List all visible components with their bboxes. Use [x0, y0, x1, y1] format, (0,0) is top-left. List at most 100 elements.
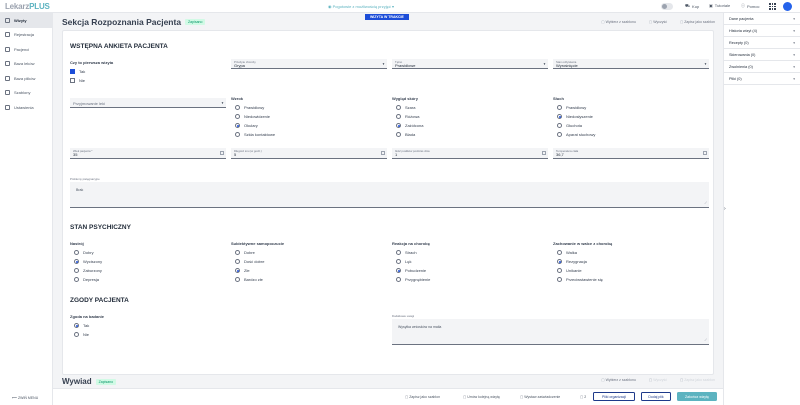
sidebar-item-visits[interactable]: Wizyty	[0, 13, 52, 28]
save-template-button[interactable]: Zapisz jako szablon	[680, 20, 715, 24]
skin-option[interactable]: Zażółcona	[396, 123, 423, 128]
org-files-button[interactable]: Pliki organizacji	[593, 392, 635, 401]
certificate-button[interactable]: Wystaw zaświadczenie	[520, 395, 560, 399]
radio-button[interactable]	[396, 105, 401, 110]
sleep-input[interactable]: Długość snu (w godz.) 5	[231, 148, 387, 159]
wellbeing-option[interactable]: Dobre	[235, 250, 255, 255]
radio-button[interactable]	[557, 268, 562, 273]
checkbox[interactable]	[70, 69, 75, 74]
radio-button[interactable]	[235, 259, 240, 264]
care-problems-textarea[interactable]: Problemy pielęgnacyjne Brak ⟋	[70, 177, 709, 208]
finish-visit-button[interactable]: Zakończ wizytę	[677, 392, 717, 401]
chevron-right-icon[interactable]: ›	[724, 206, 726, 212]
radio-button[interactable]	[557, 105, 562, 110]
behavior-option[interactable]: Walka	[557, 250, 577, 255]
vision-option[interactable]: Szkła kontaktowe	[235, 132, 275, 137]
radio-button[interactable]	[396, 268, 401, 273]
temperature-input[interactable]: Temperatura ciała 36,7	[553, 148, 709, 159]
mood-option[interactable]: Depresja	[74, 277, 99, 282]
radio-button[interactable]	[235, 250, 240, 255]
reaction-option[interactable]: Pobudzenie	[396, 268, 426, 273]
stepper-icon[interactable]	[220, 151, 224, 155]
hearing-option[interactable]: Prawidłowy	[557, 105, 586, 110]
radio-button[interactable]	[396, 123, 401, 128]
diseases-select[interactable]: Przebyte choroby Grypa ▼	[231, 59, 387, 69]
choose-template-button[interactable]: Wybierz z szablonu	[601, 20, 636, 24]
radio-button[interactable]	[74, 259, 79, 264]
collapse-menu-button[interactable]: ⟵ ZWIŃ MENU	[12, 396, 38, 400]
vision-option[interactable]: Niedowidzenie	[235, 114, 270, 119]
radio-button[interactable]	[557, 259, 562, 264]
reaction-option[interactable]: Przygnębienie	[396, 277, 430, 282]
radio-button[interactable]	[235, 105, 240, 110]
wellbeing-option[interactable]: Bardzo złe	[235, 277, 263, 282]
radio-button[interactable]	[557, 132, 562, 137]
stepper-icon[interactable]	[542, 151, 546, 155]
panel-referrals[interactable]: Skierowania (0)	[724, 49, 800, 61]
radio-button[interactable]	[396, 277, 401, 282]
panel-sick-leaves[interactable]: Zwolnienia (0)	[724, 61, 800, 73]
reaction-option[interactable]: Lęk	[396, 259, 411, 264]
facility-selector[interactable]: ◉ Pogotowie z możliwością przyjęć ▾	[328, 4, 394, 9]
remarks-textarea[interactable]: Dodatkowe uwagi Wysyłka wniosków na mail…	[392, 314, 709, 345]
skin-option[interactable]: Szara	[396, 105, 415, 110]
pulse-select[interactable]: Tętno Prawidłowe ▼	[392, 59, 548, 69]
skin-option[interactable]: Blada	[396, 132, 415, 137]
theme-toggle[interactable]	[661, 3, 673, 10]
behavior-option[interactable]: Unikanie	[557, 268, 582, 273]
wellbeing-option[interactable]: Złe	[235, 268, 250, 273]
radio-button[interactable]	[396, 259, 401, 264]
reaction-option[interactable]: Strach	[396, 250, 417, 255]
vision-option[interactable]: Prawidłowy	[235, 105, 264, 110]
mood-option[interactable]: Dobry	[74, 250, 94, 255]
sidebar-item-registration[interactable]: Rejestracja	[0, 28, 52, 43]
shop-link[interactable]: ⛟ Kup	[685, 3, 699, 9]
exam-consent-yes[interactable]: Tak	[74, 323, 89, 328]
radio-button[interactable]	[235, 132, 240, 137]
radio-button[interactable]	[396, 114, 401, 119]
clear-button[interactable]: Wyczyść	[649, 20, 667, 24]
panel-files[interactable]: Pliki (0)	[724, 73, 800, 85]
radio-button[interactable]	[74, 250, 79, 255]
behavior-option[interactable]: Rezygnacja	[557, 259, 587, 264]
sidebar-item-drugs[interactable]: Baza leków	[0, 57, 52, 72]
sidebar-item-templates[interactable]: Szablony	[0, 86, 52, 101]
first-visit-yes[interactable]: Tak	[70, 69, 85, 74]
panel-prescriptions[interactable]: Recepty (0)	[724, 37, 800, 49]
resize-handle-icon[interactable]: ⟋	[705, 201, 707, 205]
meals-input[interactable]: Ilość posiłków podczas dnia 1	[392, 148, 548, 159]
nutrition-select[interactable]: Stan odżywienia Wyrośnięcie ▼	[553, 59, 709, 69]
radio-button[interactable]	[74, 323, 79, 328]
apps-grid-icon[interactable]	[769, 3, 776, 10]
wellbeing-option[interactable]: Dość dobre	[235, 259, 264, 264]
clear-button[interactable]: Wyczyść	[649, 378, 667, 382]
radio-button[interactable]	[235, 268, 240, 273]
radio-button[interactable]	[74, 332, 79, 337]
stepper-icon[interactable]	[703, 151, 707, 155]
hearing-option[interactable]: Głuchota	[557, 123, 582, 128]
skin-option[interactable]: Różowa	[396, 114, 419, 119]
first-visit-no[interactable]: Nie	[70, 78, 85, 83]
choose-template-button[interactable]: Wybierz z szablonu	[601, 378, 636, 382]
stepper-icon[interactable]	[381, 151, 385, 155]
radio-button[interactable]	[557, 250, 562, 255]
age-input[interactable]: Wiek pacjenta * 35	[70, 148, 226, 159]
panel-visit-history[interactable]: Historia wizyt (4)	[724, 25, 800, 37]
radio-button[interactable]	[557, 114, 562, 119]
next-visit-button[interactable]: Umów kolejną wizytę	[463, 395, 500, 399]
mood-option[interactable]: Zaburzony	[74, 268, 102, 273]
user-avatar[interactable]	[783, 2, 792, 11]
sidebar-item-files[interactable]: Baza plików	[0, 71, 52, 86]
add-file-button[interactable]: Dodaj plik	[641, 392, 671, 401]
sidebar-item-patients[interactable]: Pacjenci	[0, 42, 52, 57]
tutorials-link[interactable]: ▣ Tutoriale	[709, 3, 730, 8]
mood-option[interactable]: Wyciszony	[74, 259, 102, 264]
panel-patient-data[interactable]: Dane pacjenta	[724, 13, 800, 25]
radio-button[interactable]	[74, 268, 79, 273]
radio-button[interactable]	[235, 277, 240, 282]
radio-button[interactable]	[396, 132, 401, 137]
checkbox[interactable]	[70, 78, 75, 83]
help-link[interactable]: ⓘ Pomoc	[741, 3, 759, 9]
hearing-option[interactable]: Niedosłyszenie	[557, 114, 593, 119]
resize-handle-icon[interactable]: ⟋	[705, 338, 707, 342]
